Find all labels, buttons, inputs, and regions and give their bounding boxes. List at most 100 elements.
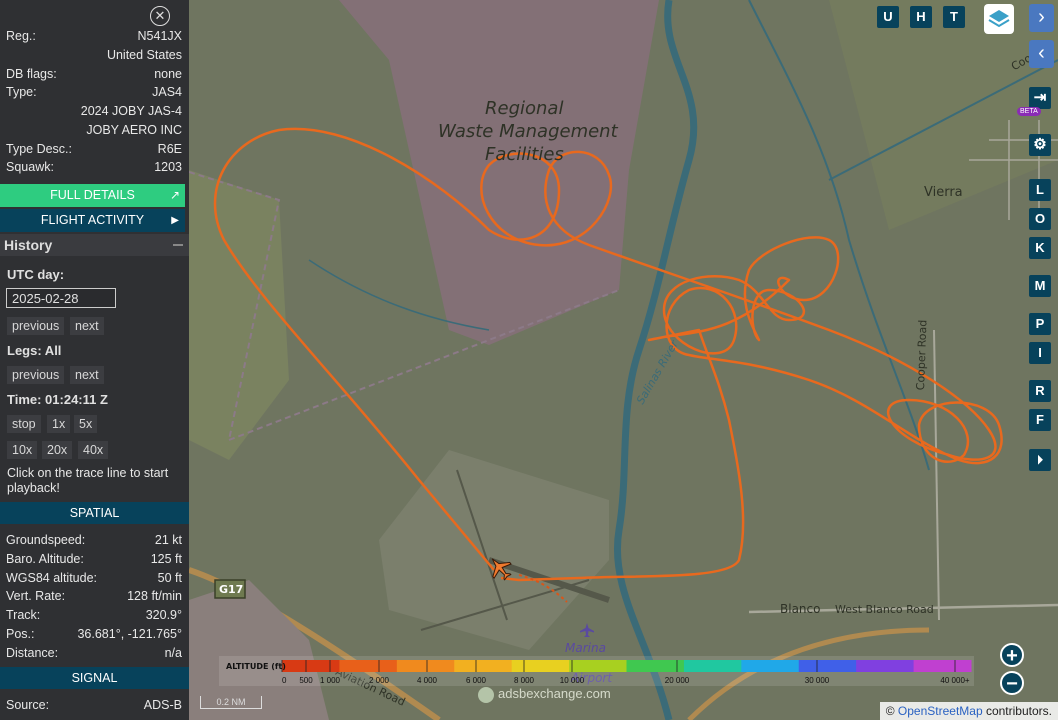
altitude-color-segment (569, 660, 627, 672)
altitude-color-segment (339, 660, 398, 672)
leg-next-button[interactable]: next (70, 366, 104, 384)
map-button-l[interactable]: L (1029, 179, 1051, 201)
squawk-label: Squawk: (6, 160, 54, 174)
speed-stop-button[interactable]: stop (7, 415, 41, 433)
scale-bar: 0.2 NM (200, 696, 262, 709)
distance-value: n/a (164, 646, 182, 660)
operator-value: JOBY AERO INC (86, 123, 182, 137)
openstreetmap-link[interactable]: OpenStreetMap (898, 704, 983, 718)
altitude-color-segment (282, 660, 340, 672)
altitude-tick-label: 10 000 (560, 676, 585, 685)
altitude-color-segment (454, 660, 513, 672)
altitude-tick-label: 6 000 (466, 676, 487, 685)
dbflags-value: none (154, 67, 182, 81)
zoom-in-button[interactable]: + (1000, 643, 1024, 667)
spatial-row: Groundspeed: 21 kt (6, 533, 182, 551)
altitude-tick-label: 0 (282, 676, 287, 685)
altitude-color-segment (741, 660, 800, 672)
squawk-value: 1203 (154, 160, 182, 174)
attribution-prefix: © (885, 704, 898, 718)
map-button-f[interactable]: F (1029, 409, 1051, 431)
model-value: 2024 JOBY JAS-4 (80, 104, 182, 118)
dbflags-label: DB flags: (6, 67, 57, 81)
history-header[interactable]: History (0, 234, 189, 256)
track-label: Track: (6, 608, 41, 622)
spatial-row: Distance: n/a (6, 646, 182, 664)
altitude-color-segment (626, 660, 685, 672)
baro-altitude-label: Baro. Altitude: (6, 552, 84, 566)
adsbx-logo-icon (478, 686, 494, 703)
signal-header[interactable]: SIGNAL (0, 667, 189, 689)
country-value: United States (106, 48, 182, 62)
source-row: Source: ADS-B (6, 698, 182, 716)
altitude-legend-title: ALTITUDE (ft) (226, 662, 286, 671)
altitude-color-segment (913, 660, 972, 672)
layers-button[interactable] (984, 4, 1014, 34)
chevron-left-icon[interactable]: ‹ (1029, 40, 1054, 68)
spatial-row: Baro. Altitude: 125 ft (6, 552, 182, 570)
baro-altitude-value: 125 ft (150, 552, 182, 566)
source-value: ADS-B (143, 698, 182, 712)
triangle-right-icon: ▶ (171, 215, 179, 226)
speed-20x-button[interactable]: 20x (42, 441, 73, 459)
beta-badge: BETA (1017, 107, 1041, 116)
spatial-row: Vert. Rate: 128 ft/min (6, 589, 182, 607)
day-previous-button[interactable]: previous (7, 317, 65, 335)
map-button-t[interactable]: T (943, 6, 965, 28)
vert-rate-value: 128 ft/min (127, 589, 182, 603)
map-button-m[interactable]: M (1029, 275, 1051, 297)
flight-activity-button[interactable]: FLIGHT ACTIVITY ▶ (0, 209, 185, 232)
altitude-tick-label: 2 000 (369, 676, 390, 685)
map-view[interactable]: Regional Waste Management Facilities Vie… (189, 0, 1058, 720)
squawk-row: Squawk: 1203 (6, 160, 182, 178)
altitude-tick-label: 1 000 (320, 676, 341, 685)
typedesc-value: R6E (157, 142, 182, 156)
groundspeed-value: 21 kt (154, 533, 182, 547)
altitude-tick-label: 8 000 (514, 676, 535, 685)
full-details-label: FULL DETAILS (50, 188, 135, 202)
settings-gear-icon[interactable]: ⚙ (1029, 134, 1051, 156)
map-button-k[interactable]: K (1029, 237, 1051, 259)
altitude-color-segment (856, 660, 915, 672)
speed-10x-button[interactable]: 10x (7, 441, 38, 459)
map-button-i[interactable]: I (1029, 342, 1051, 364)
type-label: Type: (6, 85, 37, 99)
layers-icon (988, 10, 1010, 28)
watermark-text: adsbexchange.com (498, 686, 611, 701)
altitude-color-segment (511, 660, 570, 672)
typedesc-row: Type Desc.: R6E (6, 142, 182, 160)
track-value: 320.9° (145, 608, 182, 622)
altitude-tick-label: 20 000 (665, 676, 690, 685)
map-button-h[interactable]: H (910, 6, 932, 28)
altitude-legend: 0 500 1 000 2 000 4 000 6 000 8 000 10 000 20 00… (219, 656, 974, 686)
altitude-color-bar (282, 660, 972, 672)
altitude-color-segment (798, 660, 857, 672)
collapse-icon[interactable] (173, 244, 183, 246)
spatial-row: WGS84 altitude: 50 ft (6, 571, 182, 589)
speed-5x-button[interactable]: 5x (74, 415, 98, 433)
speed-40x-button[interactable]: 40x (78, 441, 109, 459)
close-icon[interactable]: ✕ (150, 6, 170, 26)
map-button-u[interactable]: U (877, 6, 899, 28)
leg-previous-button[interactable]: previous (7, 366, 65, 384)
sign-in-icon[interactable]: ⇥ (1029, 87, 1051, 109)
playback-hint: Click on the trace line to start playbac… (7, 466, 169, 495)
attribution-suffix: contributors. (982, 704, 1052, 718)
date-input[interactable]: 2025-02-28 (6, 288, 116, 308)
day-next-button[interactable]: next (70, 317, 104, 335)
chevron-right-icon[interactable]: › (1029, 4, 1054, 32)
map-button-p[interactable]: P (1029, 313, 1051, 335)
replay-icon[interactable]: ⏵ (1029, 449, 1051, 471)
speed-1x-button[interactable]: 1x (47, 415, 71, 433)
vert-rate-label: Vert. Rate: (6, 589, 66, 603)
spatial-header[interactable]: SPATIAL (0, 502, 189, 524)
full-details-button[interactable]: FULL DETAILS ↗ (0, 184, 185, 207)
position-label: Pos.: (6, 627, 35, 641)
map-attribution: © OpenStreetMap contributors. (879, 702, 1058, 720)
zoom-out-button[interactable]: − (1000, 671, 1024, 695)
map-button-r[interactable]: R (1029, 380, 1051, 402)
map-button-o[interactable]: O (1029, 208, 1051, 230)
utc-day-label: UTC day: (7, 267, 65, 282)
altitude-color-segment (396, 660, 455, 672)
wgs84-altitude-value: 50 ft (157, 571, 182, 585)
